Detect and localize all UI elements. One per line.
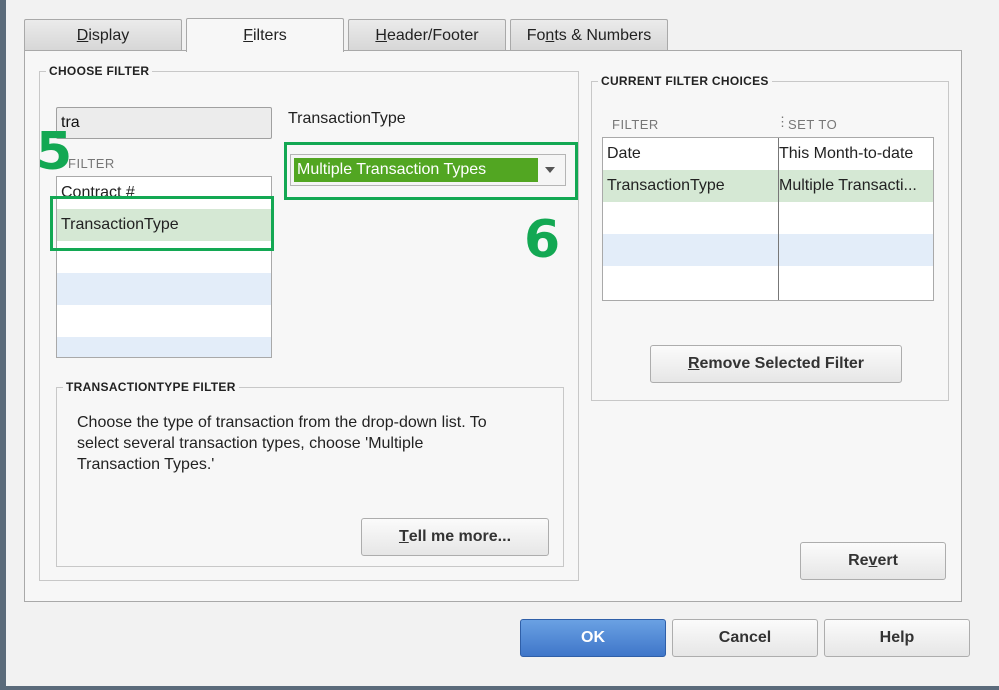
help-button[interactable]: Help: [824, 619, 970, 657]
modify-report-dialog: Display Filters Header/Footer Fo n ts & Nu…: [6, 0, 999, 686]
table-row[interactable]: [603, 202, 933, 234]
tab-header-footer[interactable]: Header/Footer: [348, 19, 506, 51]
tell-me-more-button[interactable]: Tell me more...: [361, 518, 549, 556]
annotation-step5-number: 5: [36, 122, 73, 182]
cancel-button[interactable]: Cancel: [672, 619, 818, 657]
current-filters-table[interactable]: Date This Month-to-date TransactionType …: [602, 137, 934, 301]
list-item[interactable]: [57, 305, 271, 337]
table-row[interactable]: [603, 234, 933, 266]
filter-description-group: TRANSACTIONTYPE FILTER Choose the type o…: [56, 380, 564, 567]
list-item[interactable]: [57, 273, 271, 305]
filter-list-header: FILTER: [68, 156, 115, 171]
ok-button[interactable]: OK: [520, 619, 666, 657]
tab-fonts-numbers[interactable]: Fo n ts & Numbers: [510, 19, 668, 51]
tab-filters[interactable]: Filters: [186, 18, 344, 52]
col-header-set-to: SET TO: [788, 117, 838, 132]
filter-description-text: Choose the type of transaction from the …: [77, 414, 487, 473]
tab-display[interactable]: Display: [24, 19, 182, 51]
current-filter-choices-group: CURRENT FILTER CHOICES FILTER ⋮ SET TO D…: [591, 74, 949, 401]
selected-filter-label: TransactionType: [288, 110, 406, 127]
column-divider: [778, 138, 779, 300]
table-row[interactable]: [603, 266, 933, 298]
remove-selected-filter-button[interactable]: Remove Selected Filter: [650, 345, 902, 383]
table-row[interactable]: Date This Month-to-date: [603, 138, 933, 170]
revert-button[interactable]: Re v ert: [800, 542, 946, 580]
filter-description-title: TRANSACTIONTYPE FILTER: [63, 380, 239, 394]
col-header-filter: FILTER: [612, 117, 659, 132]
annotation-box-step5: [50, 196, 274, 251]
table-row-selected[interactable]: TransactionType Multiple Transacti...: [603, 170, 933, 202]
current-filter-title: CURRENT FILTER CHOICES: [598, 74, 772, 88]
annotation-step6-number: 6: [524, 210, 561, 270]
choose-filter-title: CHOOSE FILTER: [46, 64, 153, 78]
list-item[interactable]: [57, 337, 271, 357]
filters-tab-panel: CHOOSE FILTER FILTER Contract # Transact…: [24, 50, 962, 602]
annotation-box-step6: [284, 142, 578, 200]
filter-search-input[interactable]: [56, 107, 272, 139]
